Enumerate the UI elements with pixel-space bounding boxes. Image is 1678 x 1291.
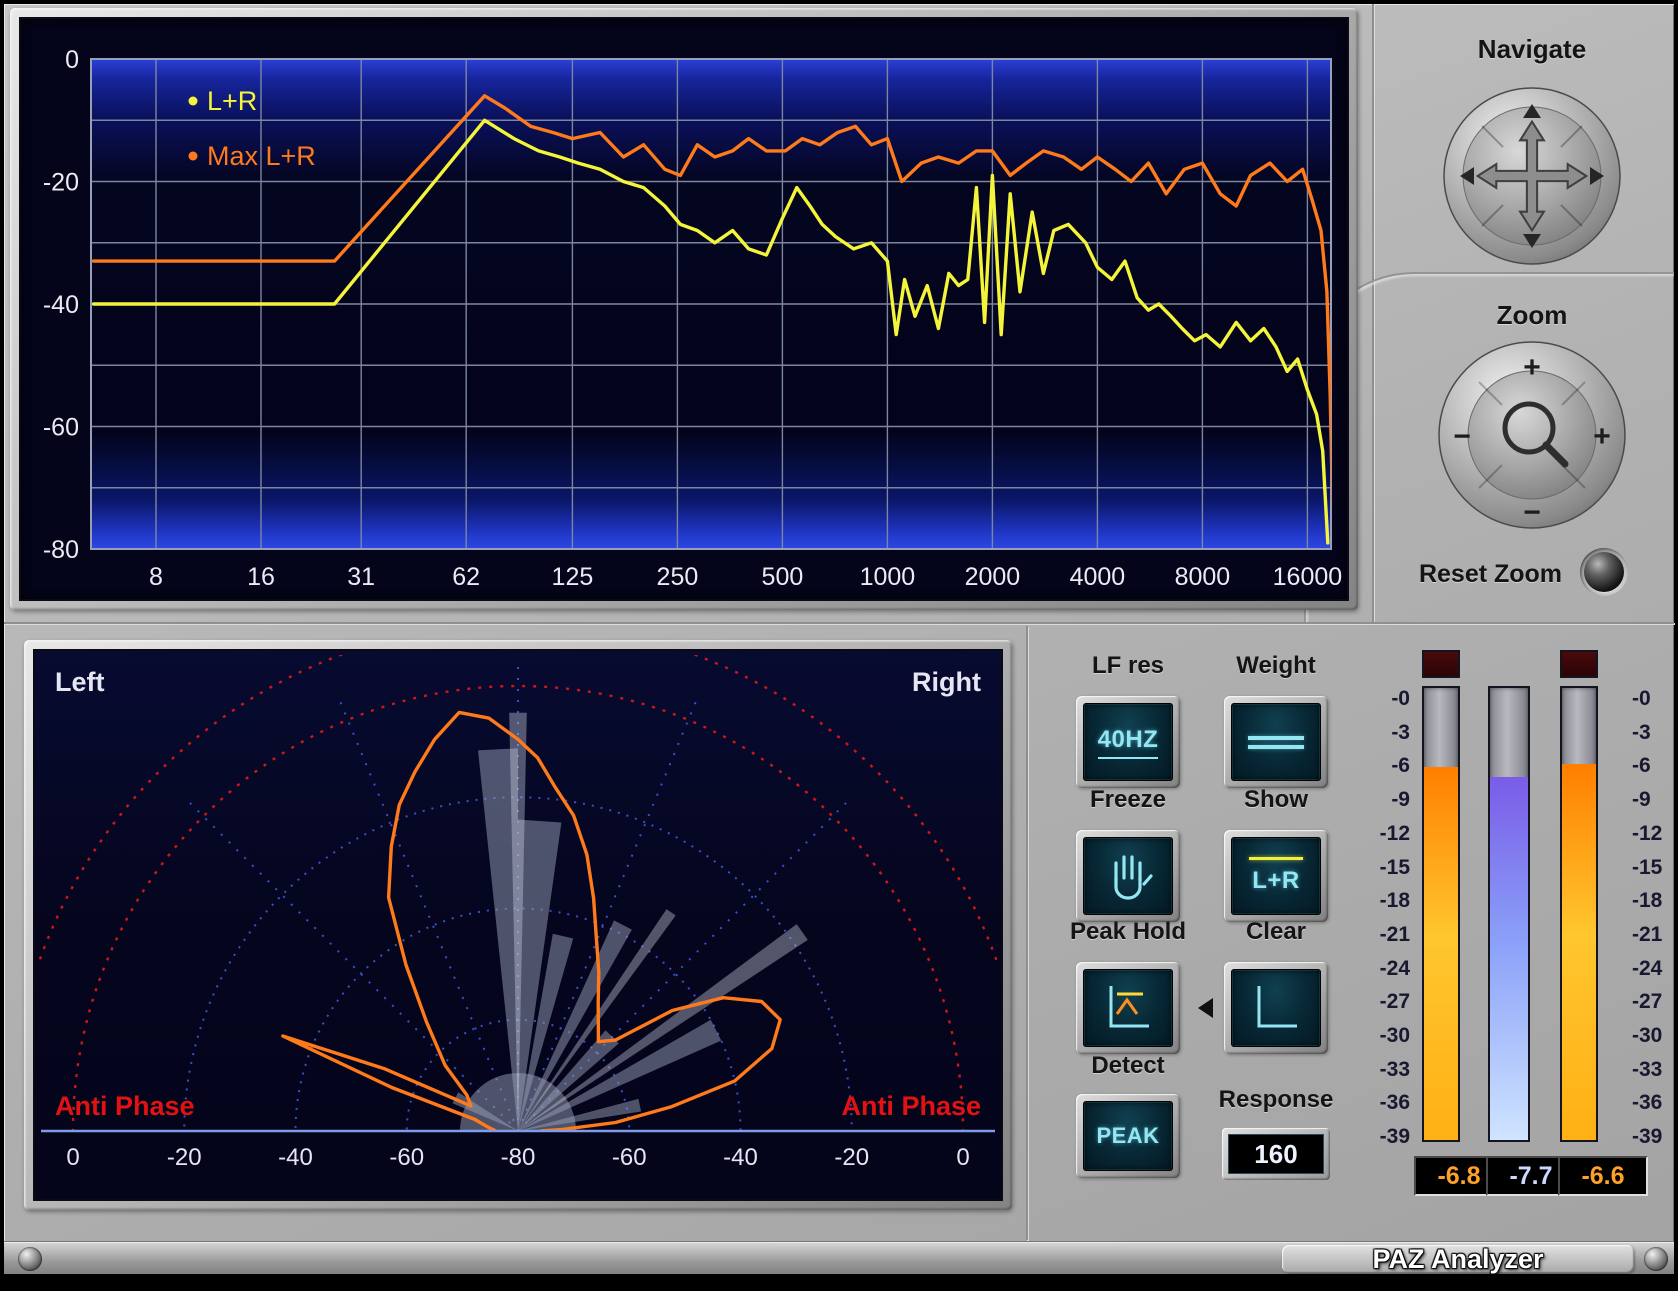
peak-hold-label: Peak Hold <box>1048 918 1208 946</box>
phase-display-panel: Left Right Anti Phase Anti Phase 0 -20 -40 -60 -… <box>24 640 1012 1210</box>
clear-label: Clear <box>1216 918 1336 946</box>
show-button[interactable]: L+R <box>1224 830 1328 922</box>
meter-readout-mid-value: -7.7 <box>1509 1162 1552 1191</box>
zoom-in-vertical-mark[interactable]: + <box>1523 351 1541 384</box>
waves-menu-button-left[interactable] <box>18 1247 42 1271</box>
zoom-in-horizontal-mark[interactable]: + <box>1593 420 1611 453</box>
phase-scale-tick: -40 <box>278 1144 313 1171</box>
lf-res-screen: 40HZ <box>1083 703 1173 781</box>
phase-scale-tick: -20 <box>167 1144 202 1171</box>
phase-display: Left Right Anti Phase Anti Phase 0 -20 -40 -60 -… <box>33 649 1003 1201</box>
navigate-pad[interactable] <box>1442 86 1622 266</box>
clear-button[interactable] <box>1224 962 1328 1054</box>
phase-scale-tick: -20 <box>834 1144 869 1171</box>
spectrum-y-tick: -60 <box>43 414 79 442</box>
navigate-label: Navigate <box>1412 34 1652 65</box>
clear-axes-icon <box>1247 980 1305 1036</box>
spectrum-display: 0 -20 -40 -60 -80 8 16 31 62 125 250 500 1000 2000 400… <box>19 17 1349 601</box>
spectrum-graph: 0 -20 -40 -60 -80 8 16 31 62 125 250 500 1000 2000 400… <box>21 19 1347 599</box>
zoom-out-horizontal-mark[interactable]: − <box>1453 420 1471 453</box>
detect-value: PEAK <box>1096 1123 1159 1149</box>
spectrum-x-tick: 250 <box>657 563 699 591</box>
freeze-button[interactable] <box>1076 830 1180 922</box>
detect-screen: PEAK <box>1083 1101 1173 1171</box>
response-label: Response <box>1196 1086 1356 1114</box>
anti-phase-right-label: Anti Phase <box>841 1091 981 1121</box>
bottom-bar: PAZ Analyzer <box>4 1242 1674 1274</box>
weight-button[interactable] <box>1224 696 1328 788</box>
show-yellow-line-icon <box>1249 857 1303 860</box>
anti-phase-left-label: Anti Phase <box>55 1091 195 1121</box>
freeze-screen <box>1083 837 1173 915</box>
phase-scale-tick: -80 <box>501 1144 536 1171</box>
spectrum-display-panel: 0 -20 -40 -60 -80 8 16 31 62 125 250 500 1000 2000 400… <box>10 8 1358 610</box>
lf-res-label: LF res <box>1068 652 1188 680</box>
clip-led-right <box>1560 650 1598 678</box>
legend-dot <box>189 97 198 106</box>
response-value: 160 <box>1254 1139 1297 1170</box>
weight-screen <box>1231 703 1321 781</box>
waves-menu-button-right[interactable] <box>1644 1247 1668 1271</box>
weight-flat-icon <box>1248 731 1304 754</box>
reset-zoom-label: Reset Zoom <box>1398 560 1583 589</box>
zoom-pad[interactable]: + + − − <box>1437 340 1627 530</box>
legend-dot <box>189 152 198 161</box>
spectrum-y-tick: -80 <box>43 536 79 564</box>
legend-label: Max L+R <box>207 141 316 171</box>
phase-graph: Left Right Anti Phase Anti Phase 0 -20 -40 -60 -… <box>35 651 1001 1199</box>
freeze-label: Freeze <box>1068 786 1188 814</box>
spectrum-x-tick: 8000 <box>1175 563 1231 591</box>
plugin-title: PAZ Analyzer <box>1372 1244 1543 1275</box>
phase-scale-tick: 0 <box>66 1144 79 1171</box>
lf-res-value: 40HZ <box>1098 726 1159 759</box>
lf-res-button[interactable]: 40HZ <box>1076 696 1180 788</box>
panel-divider-vertical-bottom <box>1026 626 1028 1240</box>
phase-scale-tick: -40 <box>723 1144 758 1171</box>
spectrum-x-tick: 500 <box>762 563 804 591</box>
panel-divider-horizontal <box>4 622 1674 624</box>
spectrum-x-tick: 8 <box>149 563 163 591</box>
response-control[interactable]: 160 <box>1222 1128 1330 1180</box>
show-screen: L+R <box>1231 837 1321 915</box>
phase-scale-tick: -60 <box>612 1144 647 1171</box>
zoom-label: Zoom <box>1412 300 1652 331</box>
title-plate: PAZ Analyzer <box>1282 1245 1634 1273</box>
weight-label: Weight <box>1216 652 1336 680</box>
spectrum-x-tick: 125 <box>552 563 594 591</box>
meter-readout-right[interactable]: -6.6 <box>1558 1156 1648 1196</box>
reset-zoom-sphere-icon <box>1584 552 1624 592</box>
phase-scale-tick: 0 <box>956 1144 969 1171</box>
clear-screen <box>1231 969 1321 1047</box>
peak-hold-button[interactable] <box>1076 962 1180 1054</box>
meter-readout-left-value: -6.8 <box>1437 1162 1480 1191</box>
detect-label: Detect <box>1068 1052 1188 1080</box>
show-value: L+R <box>1252 867 1300 895</box>
spectrum-x-tick: 2000 <box>965 563 1021 591</box>
response-screen: 160 <box>1228 1134 1324 1174</box>
spectrum-x-tick: 16000 <box>1273 563 1343 591</box>
spectrum-x-tick: 4000 <box>1070 563 1126 591</box>
zoom-out-vertical-mark[interactable]: − <box>1523 496 1541 529</box>
detect-button[interactable]: PEAK <box>1076 1094 1180 1178</box>
phase-scale-tick: -60 <box>389 1144 424 1171</box>
peak-hold-screen <box>1083 969 1173 1047</box>
reset-zoom-button[interactable] <box>1580 548 1628 596</box>
paz-analyzer-window: 0 -20 -40 -60 -80 8 16 31 62 125 250 500 1000 2000 400… <box>0 0 1678 1291</box>
show-label: Show <box>1216 786 1336 814</box>
freeze-hand-icon <box>1099 848 1157 904</box>
peak-hold-icon <box>1099 980 1157 1036</box>
spectrum-y-tick: 0 <box>65 46 79 74</box>
phase-right-label: Right <box>912 667 981 697</box>
spectrum-y-tick: -20 <box>43 169 79 197</box>
clip-led-left <box>1422 650 1460 678</box>
spectrum-x-tick: 16 <box>247 563 275 591</box>
phase-left-label: Left <box>55 667 105 697</box>
meter-readout-right-value: -6.6 <box>1581 1162 1624 1191</box>
spectrum-x-tick: 1000 <box>860 563 916 591</box>
spectrum-x-tick: 31 <box>347 563 375 591</box>
link-arrow-icon <box>1198 998 1213 1018</box>
legend-label: L+R <box>207 86 257 116</box>
spectrum-y-tick: -40 <box>43 291 79 319</box>
spectrum-x-tick: 62 <box>452 563 480 591</box>
